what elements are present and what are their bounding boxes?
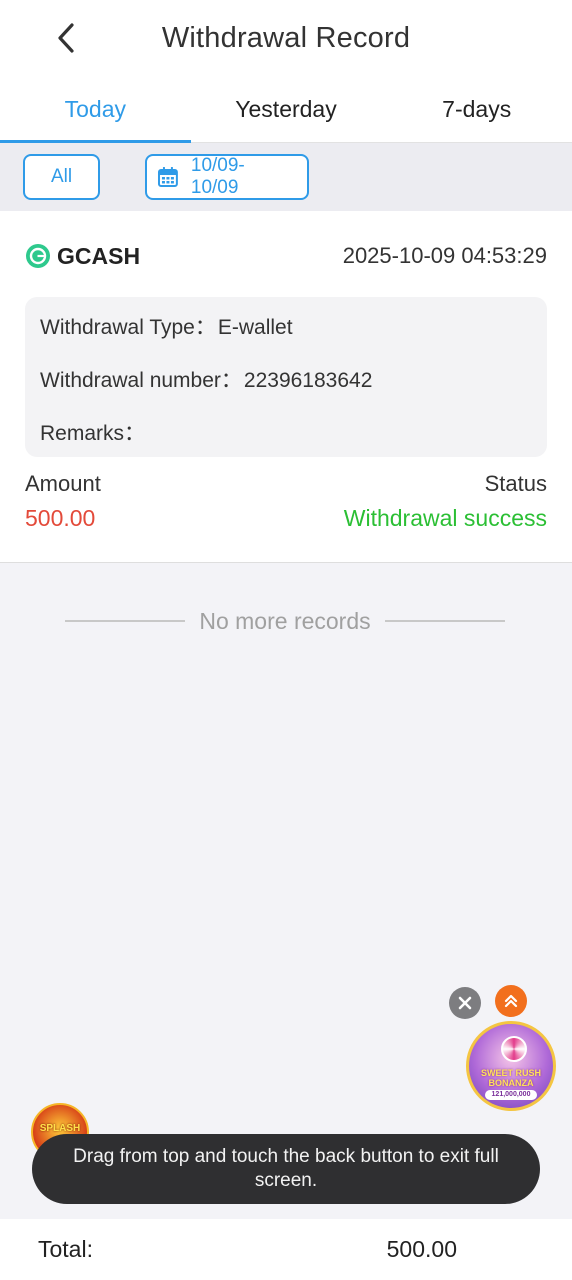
- filter-bar: All 10/09- 10/09: [0, 143, 572, 211]
- total-value: 500.00: [386, 1236, 457, 1262]
- remarks-label: Remarks：: [40, 422, 146, 445]
- scroll-top-button[interactable]: [495, 985, 527, 1017]
- withdrawal-record-card[interactable]: GCASH 2025-10-09 04:53:29 Withdrawal Typ…: [0, 211, 572, 563]
- divider: [384, 620, 505, 622]
- gcash-logo-icon: [26, 244, 50, 268]
- promo-game-badge[interactable]: SWEET RUSH BONANZA 121,000,000: [466, 1021, 556, 1111]
- amount-value: 500.00: [25, 505, 96, 531]
- close-icon: [458, 996, 472, 1010]
- tab-7-days[interactable]: 7-days: [381, 76, 572, 142]
- status-value: Withdrawal success: [343, 505, 547, 531]
- remarks-row: Remarks：: [40, 417, 163, 447]
- tab-today[interactable]: Today: [0, 76, 191, 143]
- promo-jackpot: 121,000,000: [485, 1090, 537, 1100]
- promo-game-title: SWEET RUSH BONANZA: [480, 1068, 541, 1088]
- fullscreen-toast: Drag from top and touch the back button …: [32, 1134, 540, 1204]
- top-bar: Withdrawal Record: [0, 0, 572, 76]
- payment-method: GCASH: [25, 243, 140, 270]
- withdrawal-type-row: Withdrawal Type：E-wallet: [40, 311, 293, 341]
- left-game-title: SPLASH: [39, 1123, 81, 1134]
- withdrawal-number-row: Withdrawal number：22396183642: [40, 364, 372, 394]
- tab-yesterday[interactable]: Yesterday: [191, 76, 382, 142]
- amount-label: Amount: [25, 471, 101, 496]
- back-button[interactable]: [50, 18, 82, 58]
- chevron-left-icon: [58, 23, 74, 53]
- date-range-label: 10/09- 10/09: [190, 155, 245, 198]
- total-bar: Total: 500.00: [0, 1219, 572, 1280]
- filter-all-button[interactable]: All: [23, 154, 100, 200]
- calendar-icon: [157, 167, 178, 187]
- total-label: Total:: [38, 1236, 93, 1262]
- page-title: Withdrawal Record: [161, 21, 411, 54]
- date-range-button[interactable]: 10/09- 10/09: [145, 154, 309, 200]
- status-label: Status: [484, 471, 547, 496]
- candy-icon: [501, 1036, 527, 1062]
- withdrawal-type-value: E-wallet: [217, 316, 293, 339]
- double-chevron-up-icon: [504, 994, 518, 1008]
- date-tabs: Today Yesterday 7-days: [0, 76, 572, 143]
- no-more-records-text: No more records: [199, 607, 371, 634]
- record-details: Withdrawal Type：E-wallet Withdrawal numb…: [25, 297, 547, 457]
- withdrawal-type-label: Withdrawal Type：: [40, 316, 216, 339]
- record-timestamp: 2025-10-09 04:53:29: [342, 243, 547, 268]
- end-of-list: No more records: [65, 606, 505, 636]
- withdrawal-number-label: Withdrawal number：: [40, 369, 242, 392]
- withdrawal-number-value: 22396183642: [243, 369, 373, 392]
- divider: [65, 620, 186, 622]
- payment-method-name: GCASH: [57, 242, 141, 269]
- close-floating-button[interactable]: [449, 987, 481, 1019]
